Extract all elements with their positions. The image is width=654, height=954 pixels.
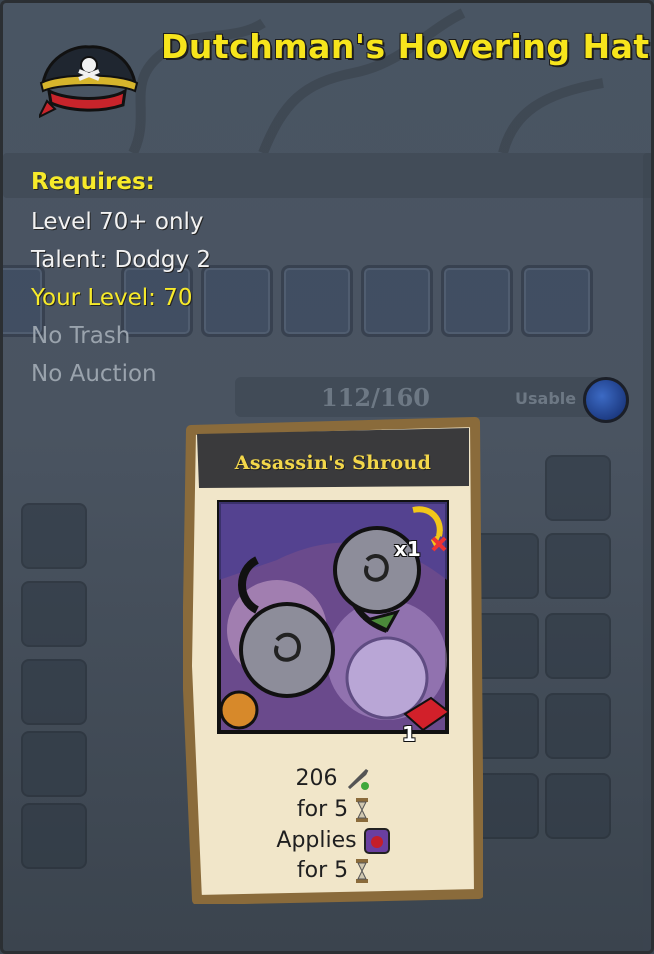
applies-label: Applies bbox=[276, 828, 357, 853]
bag-slot[interactable] bbox=[21, 503, 87, 569]
equipment-slot[interactable] bbox=[361, 265, 433, 337]
applies-duration-line: for 5 bbox=[183, 858, 483, 884]
spell-card: Assassin's Shroud x1 1 206 for 5 Applies… bbox=[183, 416, 483, 904]
sword-poison-icon bbox=[347, 768, 369, 790]
item-title: Dutchman's Hovering Hat bbox=[161, 27, 650, 66]
level-requirement: Level 70+ only bbox=[31, 209, 204, 235]
item-tooltip-window: 112/160 Usable Dutchman's Hovering Hat R… bbox=[0, 0, 654, 954]
bag-slot[interactable] bbox=[545, 533, 611, 599]
bag-slot[interactable] bbox=[545, 613, 611, 679]
usable-label: Usable bbox=[515, 389, 577, 408]
bag-slot[interactable] bbox=[21, 731, 87, 797]
bag-count: 112/160 bbox=[321, 383, 430, 412]
bleed-icon bbox=[363, 828, 390, 854]
no-auction-flag: No Auction bbox=[31, 361, 157, 387]
damage-line: 206 bbox=[183, 766, 483, 792]
bag-slot[interactable] bbox=[21, 659, 87, 725]
hourglass-icon bbox=[356, 798, 369, 822]
applies-duration: for 5 bbox=[296, 858, 349, 883]
damage-duration-line: for 5 bbox=[183, 797, 483, 823]
background-bag-panel bbox=[643, 153, 651, 951]
hourglass-icon bbox=[356, 859, 369, 883]
applies-line: Applies bbox=[183, 828, 483, 854]
card-copies: x1 bbox=[394, 537, 421, 561]
equipment-slot[interactable] bbox=[281, 265, 353, 337]
bag-slot[interactable] bbox=[545, 693, 611, 759]
requires-heading: Requires: bbox=[31, 169, 155, 195]
bag-slot[interactable] bbox=[545, 455, 611, 521]
card-art bbox=[217, 500, 449, 734]
equipment-slot[interactable] bbox=[201, 265, 273, 337]
fist-icon bbox=[219, 690, 259, 730]
your-level: Your Level: 70 bbox=[31, 285, 193, 311]
usable-toggle[interactable] bbox=[583, 377, 629, 423]
damage-duration: for 5 bbox=[296, 797, 349, 822]
talent-requirement: Talent: Dodgy 2 bbox=[31, 247, 212, 273]
card-name: Assassin's Shroud bbox=[234, 452, 432, 474]
bag-slot[interactable] bbox=[21, 803, 87, 869]
equipment-slot[interactable] bbox=[521, 265, 593, 337]
bag-slot[interactable] bbox=[545, 773, 611, 839]
bag-slot[interactable] bbox=[21, 581, 87, 647]
no-trash-flag: No Trash bbox=[31, 323, 131, 349]
pirate-hat-icon bbox=[39, 45, 139, 119]
card-range: 1 bbox=[402, 722, 416, 746]
damage-value: 206 bbox=[295, 766, 338, 791]
equipment-slot[interactable] bbox=[441, 265, 513, 337]
